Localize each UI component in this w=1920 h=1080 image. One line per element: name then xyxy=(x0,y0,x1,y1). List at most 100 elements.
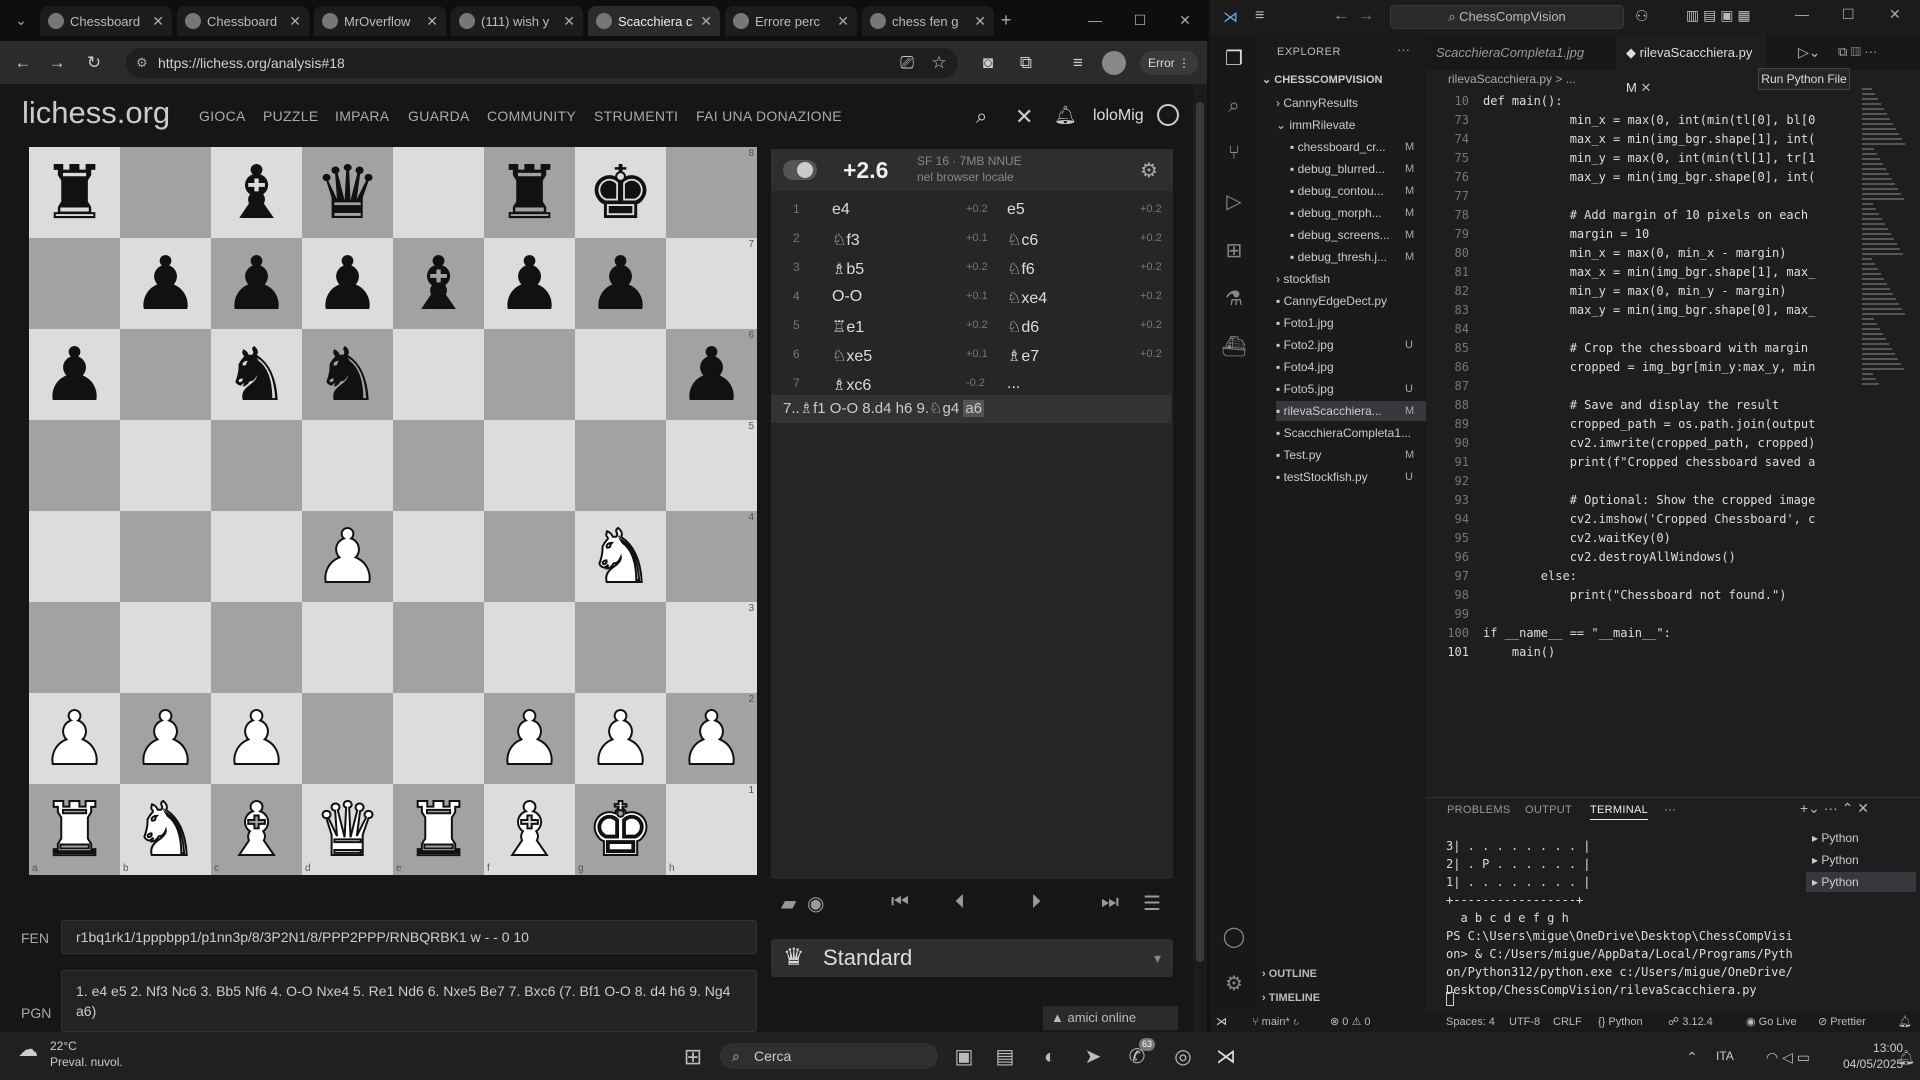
previous-move-icon[interactable]: ⏴ xyxy=(955,891,965,914)
code-line[interactable]: 74 max_x = min(img_bgr.shape[1], int( xyxy=(1426,130,1850,149)
board-square[interactable]: ♟ xyxy=(211,693,302,784)
file-item[interactable]: ▪ Foto4.jpg xyxy=(1276,357,1426,377)
black-move[interactable]: ♘d6 xyxy=(1007,317,1039,337)
code-line[interactable]: 101 main() xyxy=(1426,643,1850,662)
black-king-icon[interactable]: ♚ xyxy=(587,155,653,230)
black-bishop-icon[interactable]: ♝ xyxy=(223,155,289,230)
black-pawn-icon[interactable]: ♟ xyxy=(587,246,653,321)
nav-item-gioca[interactable]: GIOCA xyxy=(199,108,246,124)
board-square[interactable] xyxy=(575,329,666,420)
board-square[interactable] xyxy=(120,420,211,511)
address-bar[interactable]: ⚙ https://lichess.org/analysis#18 xyxy=(126,48,958,78)
source-control-icon[interactable]: ⑂ xyxy=(1221,140,1247,166)
white-move[interactable]: ♘xe5 xyxy=(832,346,872,366)
board-square[interactable]: ♝ xyxy=(393,238,484,329)
white-bishop-icon[interactable]: ♝ xyxy=(222,791,290,867)
code-line[interactable]: 73 min_x = max(0, int(min(tl[0], bl[0 xyxy=(1426,111,1850,130)
board-square[interactable]: ♞ xyxy=(211,329,302,420)
nav-item-strumenti[interactable]: STRUMENTI xyxy=(594,108,678,124)
editor-tab-image[interactable]: ScacchieraCompleta1.jpg xyxy=(1426,35,1616,70)
board-square[interactable]: ♚ g xyxy=(575,784,666,875)
code-line[interactable]: 85 # Crop the chessboard with margin xyxy=(1426,339,1850,358)
reload-icon[interactable]: ↻ xyxy=(82,51,106,75)
browser-tab[interactable]: MrOverflow ✕ xyxy=(314,6,446,36)
board-square[interactable] xyxy=(120,329,211,420)
black-move[interactable]: e5 xyxy=(1007,201,1025,219)
code-line[interactable]: 86 cropped = img_bgr[min_y:max_y, min xyxy=(1426,358,1850,377)
code-line[interactable]: 77 xyxy=(1426,187,1850,206)
code-line[interactable]: 96 cv2.destroyAllWindows() xyxy=(1426,548,1850,567)
nav-forward-icon[interactable]: → xyxy=(1358,7,1374,25)
nav-item-puzzle[interactable]: PUZZLE xyxy=(263,108,318,124)
panel-tab-output[interactable]: OUTPUT xyxy=(1525,804,1572,816)
bookmark-star-icon[interactable]: ☆ xyxy=(927,51,951,75)
layout-toggle-icon[interactable]: ▥ ▤ ▣ ▦ xyxy=(1686,7,1751,24)
taskbar-search[interactable]: ⌕ Cerca xyxy=(720,1043,938,1069)
file-item[interactable]: ▪ Foto1.jpg xyxy=(1276,313,1426,333)
git-branch[interactable]: ⑂ main* ↻ xyxy=(1252,1012,1299,1032)
nav-item-community[interactable]: COMMUNITY xyxy=(487,108,576,124)
board-square[interactable]: 8 xyxy=(666,147,757,238)
white-rook-icon[interactable]: ♜ xyxy=(404,791,472,867)
board-square[interactable] xyxy=(484,511,575,602)
board-square[interactable]: 5 xyxy=(666,420,757,511)
code-line[interactable]: 79 margin = 10 xyxy=(1426,225,1850,244)
board-square[interactable] xyxy=(575,602,666,693)
code-line[interactable]: 75 min_y = max(0, int(min(tl[1], tr[1 xyxy=(1426,149,1850,168)
black-pawn-icon[interactable]: ♟ xyxy=(314,246,380,321)
board-square[interactable]: ♟ xyxy=(484,238,575,329)
install-app-icon[interactable]: ⎚ xyxy=(895,51,919,75)
code-line[interactable]: 84 xyxy=(1426,320,1850,339)
white-move[interactable]: e4 xyxy=(832,201,850,219)
search-activity-icon[interactable]: ⌕ xyxy=(1221,93,1247,119)
board-square[interactable] xyxy=(575,420,666,511)
username-link[interactable]: loloMig xyxy=(1093,107,1144,125)
minimize-icon[interactable]: — xyxy=(1080,8,1110,32)
board-square[interactable]: ♜ a xyxy=(29,784,120,875)
manage-gear-icon[interactable]: ⚙ xyxy=(1221,971,1247,997)
run-python-file-icon[interactable]: ▷⌄ xyxy=(1798,44,1821,61)
vscode-close-icon[interactable]: ✕ xyxy=(1889,6,1901,23)
board-square[interactable] xyxy=(393,329,484,420)
panel-tab-terminal[interactable]: TERMINAL xyxy=(1590,804,1649,820)
board-square[interactable] xyxy=(393,693,484,784)
board-square[interactable] xyxy=(302,420,393,511)
terminal-instance[interactable]: ▸ Python xyxy=(1806,872,1916,892)
code-line[interactable]: 83 max_y = min(img_bgr.shape[0], max_ xyxy=(1426,301,1850,320)
browser-tab[interactable]: Chessboard ✕ xyxy=(40,6,172,36)
forward-icon[interactable]: → xyxy=(45,51,69,75)
file-item[interactable]: ▪ debug_contou... M xyxy=(1290,181,1426,201)
panel-more-icon[interactable]: ··· xyxy=(1664,802,1676,816)
board-square[interactable] xyxy=(484,329,575,420)
white-bishop-icon[interactable]: ♝ xyxy=(495,791,563,867)
media-control-icon[interactable]: ≡ xyxy=(1066,51,1090,75)
notifications-icon[interactable]: 🔔︎ xyxy=(1898,1012,1912,1032)
board-square[interactable]: ♛ xyxy=(302,147,393,238)
white-knight-icon[interactable]: ♞ xyxy=(586,518,654,594)
file-item[interactable]: ▪ chessboard_cr... M xyxy=(1290,137,1426,157)
black-knight-icon[interactable]: ♞ xyxy=(314,337,380,412)
browser-tab[interactable]: Errore perc ✕ xyxy=(725,6,857,36)
board-square[interactable] xyxy=(211,420,302,511)
tab-close-icon[interactable]: ✕ xyxy=(563,13,575,30)
file-explorer-icon[interactable]: ▤ xyxy=(991,1044,1019,1070)
board-square[interactable]: ♟ xyxy=(575,693,666,784)
board-square[interactable] xyxy=(393,147,484,238)
command-center-search[interactable]: ⌕ ChessCompVision xyxy=(1390,5,1624,29)
folder-item[interactable]: ⌄ immRilevate xyxy=(1276,115,1426,135)
board-square[interactable]: ♟ xyxy=(302,238,393,329)
board-square[interactable] xyxy=(120,602,211,693)
file-item[interactable]: ▪ Test.py M xyxy=(1276,445,1426,465)
file-item[interactable]: ▪ Foto5.jpg U xyxy=(1276,379,1426,399)
close-window-icon[interactable]: ✕ xyxy=(1170,8,1200,32)
file-item[interactable]: ▪ debug_screens... M xyxy=(1290,225,1426,245)
search-icon[interactable]: ⌕ xyxy=(976,106,987,129)
code-line[interactable]: 88 # Save and display the result xyxy=(1426,396,1850,415)
white-pawn-icon[interactable]: ♟ xyxy=(677,700,745,776)
black-move[interactable]: ♘f6 xyxy=(1007,259,1035,279)
profile-avatar[interactable] xyxy=(1102,51,1126,75)
page-scrollbar[interactable] xyxy=(1193,84,1207,1032)
terminal-instance[interactable]: ▸ Python xyxy=(1806,828,1916,848)
black-rook-icon[interactable]: ♜ xyxy=(41,155,107,230)
board-square[interactable] xyxy=(211,602,302,693)
